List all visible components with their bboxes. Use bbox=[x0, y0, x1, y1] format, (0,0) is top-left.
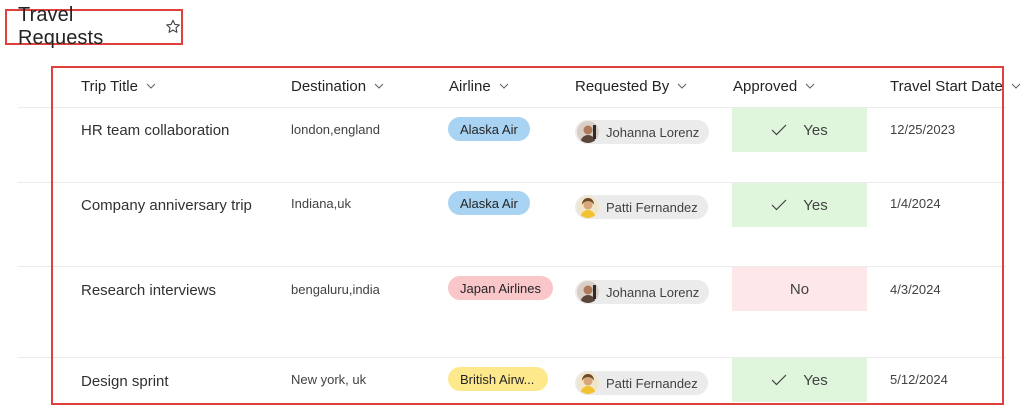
chevron-down-icon bbox=[1011, 83, 1021, 89]
page-title: Travel Requests bbox=[18, 4, 104, 49]
table-highlight bbox=[51, 66, 1004, 405]
star-outline-icon[interactable] bbox=[165, 19, 181, 35]
list-title-highlight: Travel Requests bbox=[5, 4, 183, 49]
